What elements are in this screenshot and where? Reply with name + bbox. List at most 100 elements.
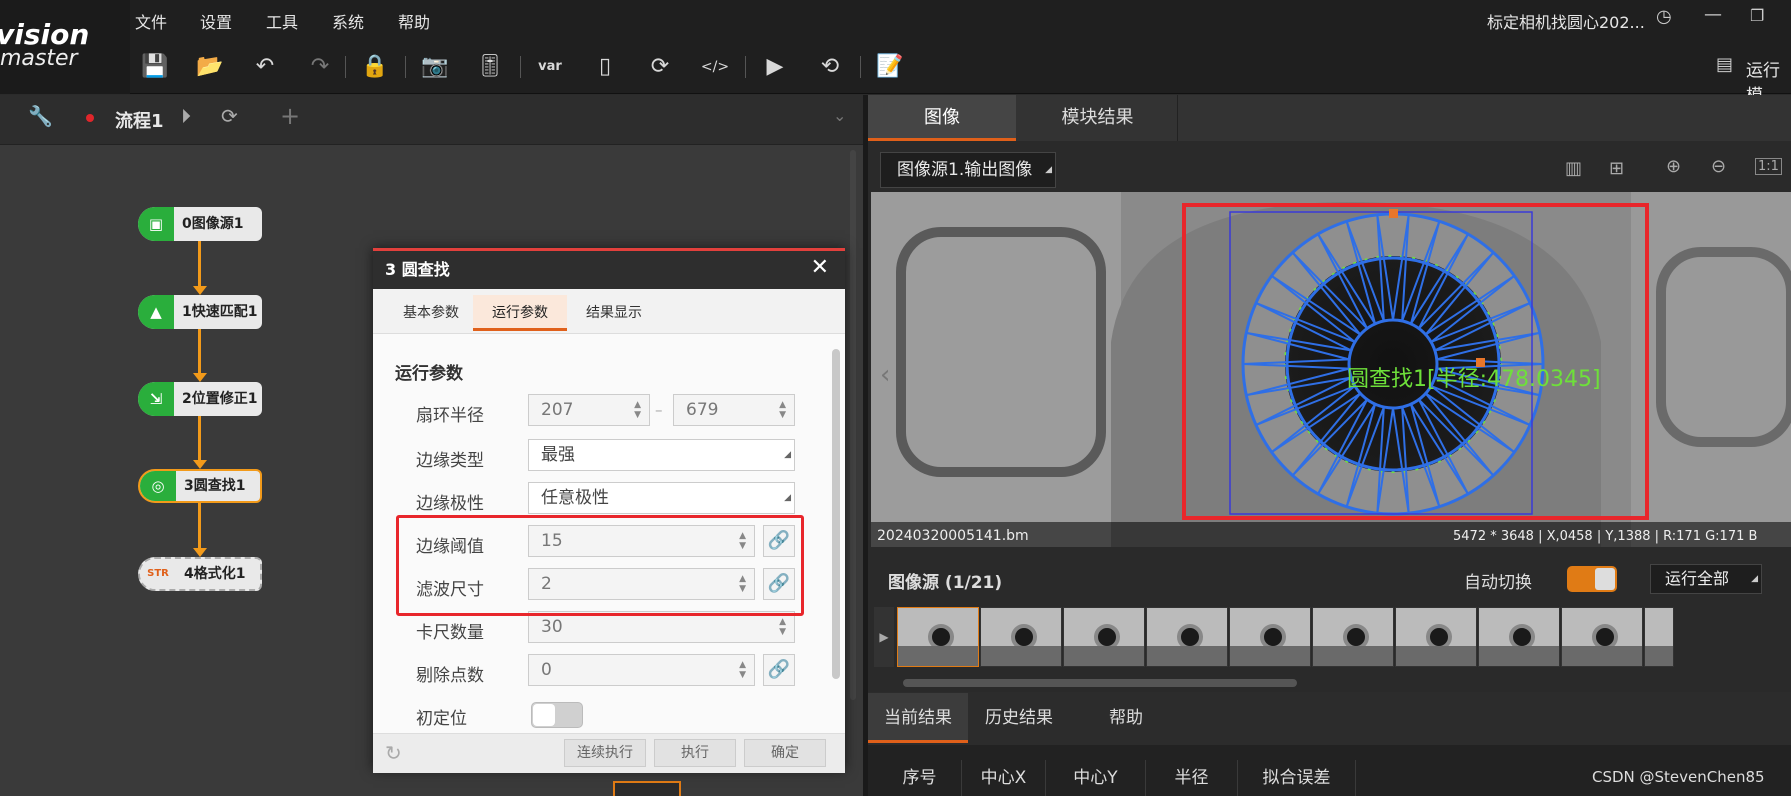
sector-radius-min-input[interactable]: 207 ▲ ▼ [528, 394, 650, 426]
thumbnail[interactable] [897, 607, 979, 667]
menu-settings[interactable]: 设置 [200, 9, 232, 33]
run-once-icon[interactable]: ▶ [760, 52, 790, 82]
menu-file[interactable]: 文件 [135, 9, 167, 33]
thumbnail[interactable] [1146, 607, 1228, 667]
flow-tab-label[interactable]: 流程1 [115, 107, 164, 133]
tab-result-display[interactable]: 结果显示 [567, 295, 661, 331]
chevron-down-icon[interactable]: ⌄ [833, 106, 846, 125]
node-label: 3圆查找1 [184, 478, 246, 494]
variable-icon[interactable]: var [535, 52, 565, 82]
minimize-icon[interactable]: — [1704, 4, 1722, 25]
initial-position-toggle[interactable] [531, 702, 583, 728]
tab-help[interactable]: 帮助 [1070, 693, 1182, 743]
edge-type-select[interactable]: 最强 ◢ [528, 439, 795, 471]
auto-switch-label: 自动切换 [1464, 573, 1532, 593]
toolbar-separator [860, 56, 861, 78]
image-canvas[interactable]: 圆查找1[半径:478.0345] 20240320005141.bm 5472… [871, 192, 1791, 547]
confirm-button[interactable]: 确定 [744, 739, 826, 767]
restore-icon[interactable]: ❐ [1750, 6, 1764, 25]
panel-splitter[interactable] [863, 95, 868, 796]
execute-button[interactable]: 执行 [654, 739, 736, 767]
flow-node-position-fix[interactable]: ⇲ 2位置修正1 [138, 382, 262, 416]
clock-icon[interactable]: ◷ [1656, 6, 1672, 27]
edge-polarity-select[interactable]: 任意极性 ◢ [528, 482, 795, 514]
thumbnail[interactable] [1063, 607, 1145, 667]
zoom-out-icon[interactable]: ⊖ [1711, 156, 1726, 177]
menu-system[interactable]: 系统 [332, 9, 364, 33]
tab-current-result[interactable]: 当前结果 [868, 693, 968, 743]
thumbnail-scrollbar[interactable] [903, 679, 1297, 687]
tab-basic-params[interactable]: 基本参数 [383, 295, 479, 331]
thumbnail[interactable] [1478, 607, 1560, 667]
actual-size-icon[interactable]: 1:1 [1755, 158, 1782, 175]
refresh-gear-icon[interactable]: ⟳ [645, 52, 675, 82]
save-icon[interactable]: 💾 [140, 52, 170, 82]
wrench-icon[interactable]: 🔧 [28, 104, 53, 128]
open-folder-icon[interactable]: 📂 [195, 52, 225, 82]
report-icon[interactable]: 📝 [875, 52, 905, 82]
node-label: 0图像源1 [182, 216, 244, 232]
close-icon[interactable]: ✕ [811, 255, 829, 280]
sector-radius-max-input[interactable]: 679 ▲ ▼ [673, 394, 795, 426]
tab-history-result[interactable]: 历史结果 [968, 693, 1070, 743]
node-label: 1快速匹配1 [182, 304, 258, 320]
spin-arrows-icon[interactable]: ▲ ▼ [634, 400, 641, 420]
column-header-index[interactable]: 序号 [878, 760, 962, 796]
play-icon[interactable]: ⏵ [181, 104, 191, 128]
tab-module-result[interactable]: 模块结果 [1018, 95, 1178, 141]
tab-image[interactable]: 图像 [868, 95, 1016, 141]
continuous-execute-button[interactable]: 连续执行 [564, 739, 646, 767]
circle-find-dialog: 3 圆查找 ✕ 基本参数 运行参数 结果显示 运行参数 扇环半径 207 ▲ ▼ –… [373, 248, 845, 773]
dropdown-corner-icon: ◢ [784, 450, 791, 460]
menu-tools[interactable]: 工具 [266, 9, 298, 33]
thumbnail[interactable] [1644, 607, 1674, 667]
minimap-handle[interactable] [613, 781, 681, 796]
column-header-center-y[interactable]: 中心Y [1046, 760, 1146, 796]
thumbnail-base [1479, 646, 1559, 666]
flow-node-image-source[interactable]: ▣ 0图像源1 [138, 207, 262, 241]
column-header-fit-error[interactable]: 拟合误差 [1238, 760, 1356, 796]
add-flow-icon[interactable]: + [280, 102, 300, 130]
grid-view-icon[interactable]: ⊞ [1609, 158, 1624, 179]
dialog-scrollbar[interactable] [832, 349, 840, 679]
reset-icon[interactable]: ↻ [385, 741, 402, 765]
flow-scrollbar[interactable] [850, 150, 856, 700]
thumbnail[interactable] [1395, 607, 1477, 667]
controller-icon[interactable]: 🎚 [475, 52, 505, 82]
script-icon[interactable]: </> [700, 52, 730, 82]
lock-icon[interactable]: 🔒 [360, 52, 390, 82]
toggle-knob [1595, 568, 1615, 590]
auto-switch-toggle[interactable] [1567, 566, 1617, 592]
reject-points-input[interactable]: 0 ▲ ▼ [528, 654, 755, 686]
shapes-icon: ▲ [138, 295, 174, 329]
column-header-radius[interactable]: 半径 [1146, 760, 1238, 796]
loop-play-icon[interactable]: ⟳ [221, 104, 238, 128]
flow-node-circle-find[interactable]: ◎ 3圆查找1 [138, 469, 262, 503]
device-icon[interactable]: ▯ [590, 52, 620, 82]
thumbnail[interactable] [1312, 607, 1394, 667]
spin-arrows-icon[interactable]: ▲ ▼ [779, 617, 786, 637]
split-view-icon[interactable]: ▥ [1565, 158, 1582, 179]
column-header-center-x[interactable]: 中心X [962, 760, 1046, 796]
run-all-select[interactable]: 运行全部 ◢ [1650, 564, 1762, 594]
thumbnail[interactable] [1561, 607, 1643, 667]
run-mode-icon[interactable]: ▤ [1716, 54, 1733, 75]
flow-node-format[interactable]: STR 4格式化1 [138, 557, 262, 591]
link-param-icon[interactable]: 🔗 [763, 654, 795, 686]
thumbnail[interactable] [980, 607, 1062, 667]
image-source-select[interactable]: 图像源1.输出图像 ◢ [880, 152, 1056, 188]
menu-help[interactable]: 帮助 [398, 9, 430, 33]
spin-arrows-icon[interactable]: ▲ ▼ [779, 400, 786, 420]
tab-run-params[interactable]: 运行参数 [473, 295, 567, 331]
redo-icon[interactable]: ↷ [305, 52, 335, 82]
camera-icon[interactable]: 📷 [420, 52, 450, 82]
strip-expand-icon[interactable]: ▶ [874, 607, 894, 667]
thumbnail[interactable] [1229, 607, 1311, 667]
undo-icon[interactable]: ↶ [250, 52, 280, 82]
flow-node-fast-match[interactable]: ▲ 1快速匹配1 [138, 295, 262, 329]
spin-arrows-icon[interactable]: ▲ ▼ [739, 660, 746, 680]
run-loop-icon[interactable]: ⟲ [815, 52, 845, 82]
zoom-in-icon[interactable]: ⊕ [1666, 156, 1681, 177]
thumbnail-base [1313, 646, 1393, 666]
chevron-left-icon[interactable]: ‹ [880, 360, 890, 390]
